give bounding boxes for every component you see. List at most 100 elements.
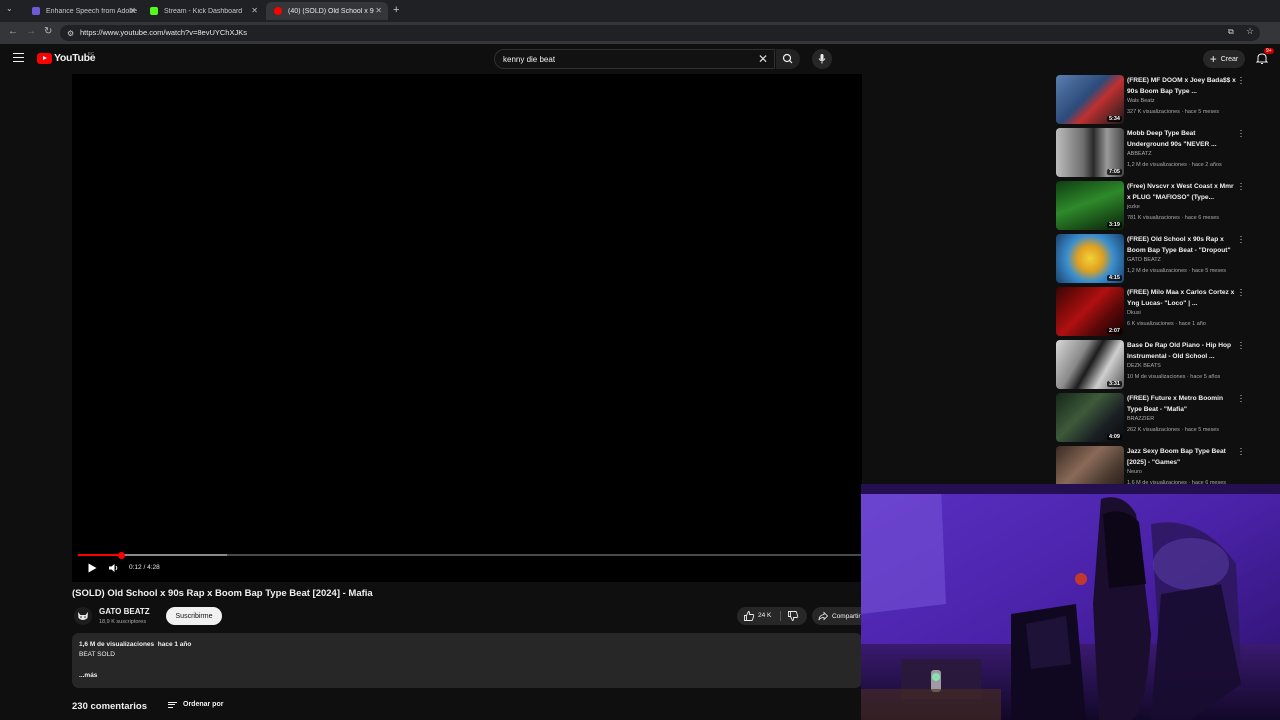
tab-title: Stream - Kick Dashboard bbox=[164, 7, 243, 15]
close-tab-icon[interactable]: ✕ bbox=[375, 6, 382, 15]
new-tab-icon[interactable]: + bbox=[393, 4, 399, 16]
recommendation-title[interactable]: (FREE) MF DOOM x Joey Bada$$ x 90s Boom … bbox=[1127, 76, 1237, 97]
site-info-icon[interactable]: ⚙ bbox=[67, 29, 74, 38]
video-thumbnail[interactable]: 5:34 bbox=[1056, 75, 1124, 124]
search-query[interactable]: kenny die beat bbox=[503, 55, 555, 64]
recommendation-item[interactable]: 3:19 (Free) Nvscvr x West Coast x Mmr x … bbox=[1036, 179, 1252, 230]
recommendation-channel[interactable]: Dkusi bbox=[1127, 310, 1141, 316]
video-thumbnail[interactable]: 3:19 bbox=[1056, 181, 1124, 230]
channel-name[interactable]: GATO BEATZ bbox=[99, 607, 150, 616]
description-box[interactable]: 1,6 M de visualizaciones hace 1 año BEAT… bbox=[72, 633, 862, 688]
more-actions-icon[interactable]: · · · bbox=[1237, 338, 1245, 353]
recommendation-channel[interactable]: Neuro bbox=[1127, 469, 1142, 475]
show-more-link[interactable]: ...más bbox=[79, 672, 97, 679]
youtube-logo[interactable]: YouTube bbox=[37, 52, 96, 64]
video-thumbnail[interactable]: 7:05 bbox=[1056, 128, 1124, 177]
recommendation-item[interactable]: 4:09 (FREE) Future x Metro Boomin Type B… bbox=[1036, 391, 1252, 442]
cat-logo-icon bbox=[78, 612, 88, 620]
recommendation-channel[interactable]: GATO BEATZ bbox=[1127, 257, 1161, 263]
video-duration: 5:34 bbox=[1106, 116, 1122, 122]
create-button[interactable]: + Crear bbox=[1203, 50, 1245, 68]
url-text[interactable]: https://www.youtube.com/watch?v=8evUYChX… bbox=[80, 28, 247, 37]
recommendation-item[interactable]: Jazz Sexy Boom Bap Type Beat [2025] - "G… bbox=[1036, 444, 1252, 486]
reload-icon[interactable]: ↻ bbox=[44, 26, 52, 37]
recommendation-item[interactable]: 2:07 (FREE) Milo Maa x Carlos Cortez x Y… bbox=[1036, 285, 1252, 336]
recommendation-title[interactable]: Jazz Sexy Boom Bap Type Beat [2025] - "G… bbox=[1127, 447, 1237, 468]
hamburger-menu-icon[interactable] bbox=[13, 53, 24, 62]
video-thumbnail[interactable]: 4:09 bbox=[1056, 393, 1124, 442]
more-actions-icon[interactable]: · · · bbox=[1237, 391, 1245, 406]
youtube-play-logo-icon bbox=[37, 52, 52, 64]
back-icon[interactable]: ← bbox=[8, 26, 18, 37]
sort-label: Ordenar por bbox=[183, 701, 224, 708]
recommendation-channel[interactable]: jozke bbox=[1127, 204, 1140, 210]
progress-bar[interactable] bbox=[78, 551, 862, 559]
like-count[interactable]: 24 K bbox=[758, 612, 771, 619]
video-thumbnail[interactable] bbox=[1056, 446, 1124, 486]
bookmark-star-icon[interactable]: ☆ bbox=[1246, 26, 1254, 37]
tab-search-icon[interactable]: ⌄ bbox=[6, 4, 13, 13]
share-label: Compartir bbox=[832, 612, 861, 620]
close-tab-icon[interactable]: ✕ bbox=[251, 6, 258, 15]
recommendation-item[interactable]: 7:05 Mobb Deep Type Beat Underground 90s… bbox=[1036, 126, 1252, 177]
thumbs-down-icon[interactable] bbox=[787, 610, 799, 622]
subscribe-button[interactable]: Suscribirme bbox=[166, 607, 222, 625]
description-text: BEAT SOLD bbox=[79, 651, 115, 658]
address-bar[interactable]: ⚙ https://www.youtube.com/watch?v=8evUYC… bbox=[60, 25, 1260, 41]
search-input[interactable]: kenny die beat ✕ bbox=[494, 49, 775, 69]
scrubber-handle[interactable] bbox=[118, 551, 126, 559]
like-dislike-group: 24 K bbox=[737, 607, 807, 625]
video-thumbnail[interactable]: 4:15 bbox=[1056, 234, 1124, 283]
recommendation-item[interactable]: 3:31 Base De Rap Old Piano - Hip Hop Ins… bbox=[1036, 338, 1252, 389]
recommendation-meta: 781 K visualizaciones · hace 6 meses bbox=[1127, 215, 1220, 221]
recommendation-title[interactable]: (FREE) Old School x 90s Rap x Boom Bap T… bbox=[1127, 235, 1237, 256]
volume-icon[interactable] bbox=[108, 562, 120, 574]
more-actions-icon[interactable]: · · · bbox=[1237, 444, 1245, 459]
browser-tab-kick[interactable]: Stream - Kick Dashboard ✕ bbox=[142, 2, 264, 20]
view-stats: 1,6 M de visualizaciones hace 1 año bbox=[79, 641, 192, 648]
played-bar bbox=[78, 554, 122, 556]
recommendation-channel[interactable]: BRAZZIER bbox=[1127, 416, 1154, 422]
browser-tab-bar: ⌄ Enhance Speech from Adobe | ✕ Stream -… bbox=[0, 0, 1280, 22]
webcam-scene bbox=[861, 484, 1280, 720]
video-thumbnail[interactable]: 2:07 bbox=[1056, 287, 1124, 336]
recommendation-title[interactable]: (FREE) Future x Metro Boomin Type Beat -… bbox=[1127, 394, 1237, 415]
search-button[interactable] bbox=[776, 49, 800, 69]
video-player[interactable]: 0:12 / 4:28 bbox=[72, 74, 862, 582]
video-duration: 7:05 bbox=[1106, 169, 1122, 175]
recommendation-channel[interactable]: Wals Beatz bbox=[1127, 98, 1155, 104]
recommendation-channel[interactable]: DEZK BEATS bbox=[1127, 363, 1161, 369]
play-icon[interactable] bbox=[86, 562, 98, 574]
more-actions-icon[interactable]: · · · bbox=[1237, 74, 1245, 88]
share-button[interactable]: Compartir bbox=[812, 607, 867, 625]
browser-toolbar: ← → ↻ ⚙ https://www.youtube.com/watch?v=… bbox=[0, 22, 1280, 44]
more-actions-icon[interactable]: · · · bbox=[1237, 126, 1245, 141]
recommendation-item[interactable]: 5:34 (FREE) MF DOOM x Joey Bada$$ x 90s … bbox=[1036, 74, 1252, 124]
more-actions-icon[interactable]: · · · bbox=[1237, 232, 1245, 247]
youtube-favicon-icon bbox=[274, 7, 282, 15]
sort-comments-button[interactable]: Ordenar por bbox=[168, 700, 223, 709]
recommendation-title[interactable]: (Free) Nvscvr x West Coast x Mmr x PLUG … bbox=[1127, 182, 1237, 203]
more-actions-icon[interactable]: · · · bbox=[1237, 179, 1245, 194]
recommendation-item[interactable]: 4:15 (FREE) Old School x 90s Rap x Boom … bbox=[1036, 232, 1252, 283]
recommendation-title[interactable]: (FREE) Milo Maa x Carlos Cortez x Yng Lu… bbox=[1127, 288, 1237, 309]
video-thumbnail[interactable]: 3:31 bbox=[1056, 340, 1124, 389]
recommendation-title[interactable]: Mobb Deep Type Beat Underground 90s "NEV… bbox=[1127, 129, 1237, 150]
recommendation-channel[interactable]: ABBEATZ bbox=[1127, 151, 1152, 157]
channel-avatar[interactable] bbox=[74, 607, 92, 625]
more-actions-icon[interactable]: · · · bbox=[1237, 285, 1245, 300]
browser-tab-youtube[interactable]: (40) (SOLD) Old School x 90s R ✕ bbox=[266, 2, 388, 20]
time-display: 0:12 / 4:28 bbox=[129, 564, 160, 571]
close-tab-icon[interactable]: ✕ bbox=[129, 6, 136, 15]
thumbs-up-icon[interactable] bbox=[743, 610, 755, 622]
recommendation-meta: 10 M de visualizaciones · hace 5 años bbox=[1127, 374, 1221, 380]
recommendation-meta: 262 K visualizaciones · hace 5 meses bbox=[1127, 427, 1220, 433]
clear-search-icon[interactable]: ✕ bbox=[758, 52, 768, 66]
voice-search-button[interactable] bbox=[812, 49, 832, 69]
forward-icon[interactable]: → bbox=[26, 26, 36, 37]
browser-tab-adobe[interactable]: Enhance Speech from Adobe | ✕ bbox=[24, 2, 142, 20]
webcam-overlay bbox=[861, 484, 1280, 720]
install-app-icon[interactable]: ⧉ bbox=[1228, 27, 1234, 37]
recommendation-title[interactable]: Base De Rap Old Piano - Hip Hop Instrume… bbox=[1127, 341, 1237, 362]
subscriber-count: 18,9 K suscriptores bbox=[99, 619, 147, 625]
